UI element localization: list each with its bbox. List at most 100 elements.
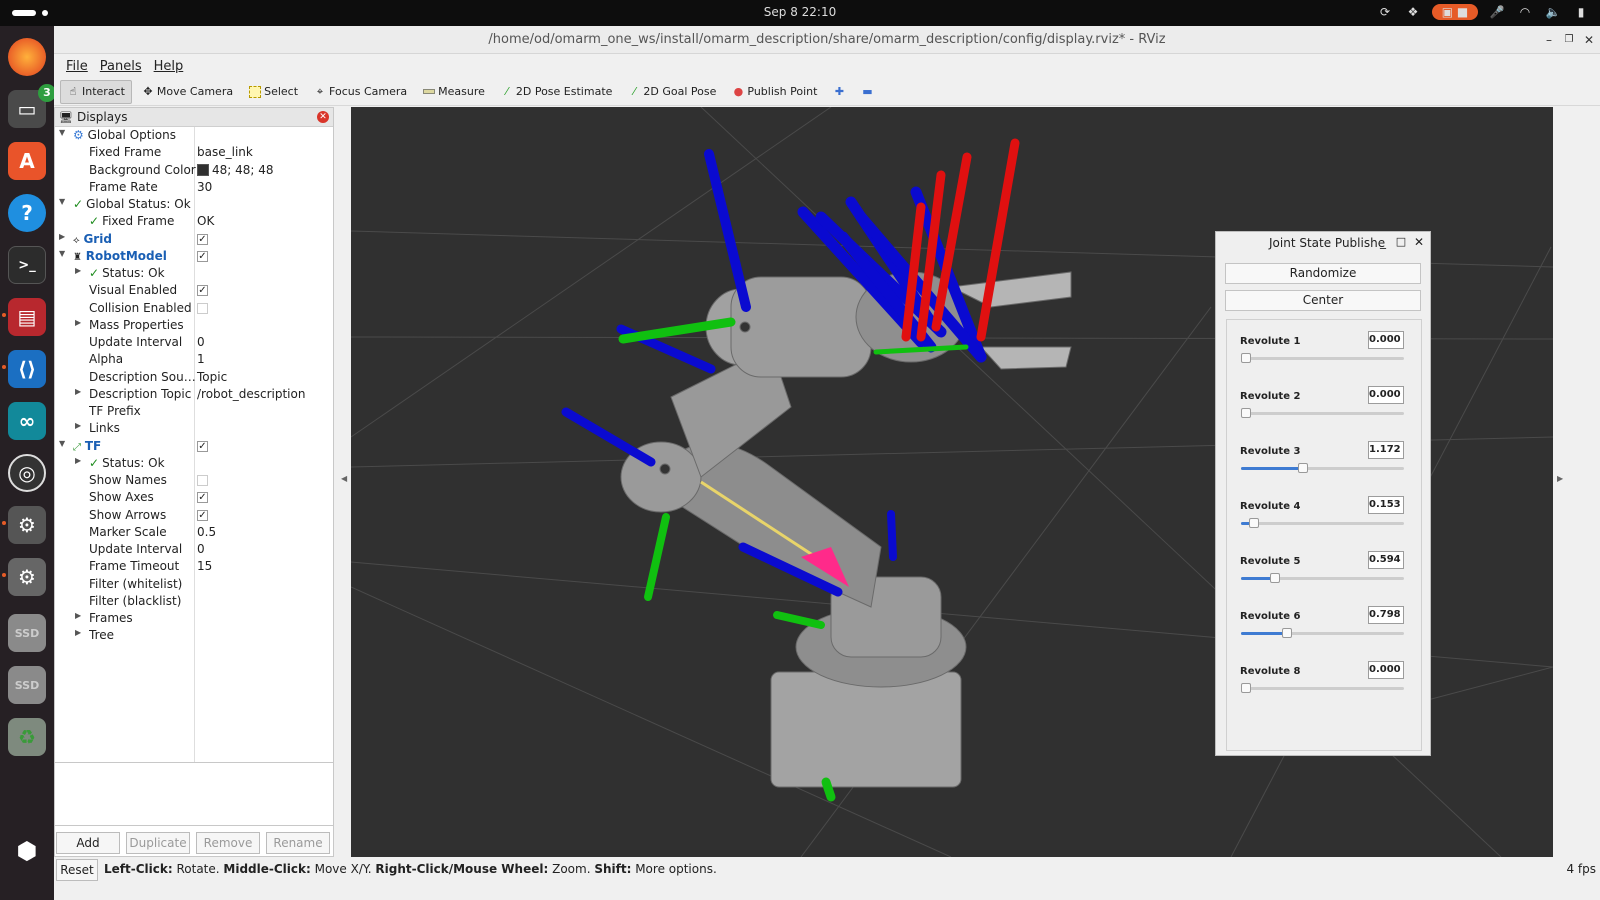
wifi-icon[interactable]: ◠ bbox=[1516, 4, 1534, 20]
menu-help[interactable]: Help bbox=[148, 59, 190, 74]
joint-value-field[interactable]: 0.153 bbox=[1368, 496, 1404, 514]
settings-icon[interactable]: ⚙ bbox=[8, 558, 46, 596]
expanded-arrow-icon[interactable]: ▼ bbox=[59, 197, 65, 206]
slider-handle[interactable] bbox=[1249, 518, 1260, 528]
remove-display-button[interactable]: Remove bbox=[196, 832, 260, 854]
tree-row-description-topic[interactable]: ▶ Description Topic/robot_description bbox=[55, 386, 333, 403]
app-indicator-icon[interactable]: ❖ bbox=[1404, 4, 1422, 20]
ssd-drive-icon[interactable]: SSD bbox=[8, 614, 46, 652]
tree-row-filter-whitelist[interactable]: Filter (whitelist) bbox=[55, 576, 333, 593]
tree-row-robot-model[interactable]: ▼ ♜ RobotModel ✓ bbox=[55, 248, 333, 265]
rviz-icon[interactable]: ▤ bbox=[8, 298, 46, 336]
joint-value-field[interactable]: 0.000 bbox=[1368, 661, 1404, 679]
obs-icon[interactable]: ◎ bbox=[8, 454, 46, 492]
vscode-icon[interactable]: ⟨⟩ bbox=[8, 350, 46, 388]
alpha-value[interactable]: 1 bbox=[197, 352, 205, 366]
menu-panels[interactable]: Panels bbox=[94, 59, 148, 74]
volume-icon[interactable]: 🔈 bbox=[1544, 4, 1562, 20]
collision-enabled-checkbox[interactable] bbox=[197, 302, 208, 314]
maximize-icon[interactable]: ❐ bbox=[1560, 31, 1578, 49]
joint-slider[interactable] bbox=[1241, 628, 1404, 638]
collapse-left-panel-icon[interactable]: ◀ bbox=[341, 474, 347, 483]
tool-measure[interactable]: Measure bbox=[417, 80, 491, 104]
tree-row-fixed-frame[interactable]: Fixed Frame base_link bbox=[55, 144, 333, 161]
tree-row-tf[interactable]: ▼ ⤢ TF ✓ bbox=[55, 438, 333, 455]
duplicate-display-button[interactable]: Duplicate bbox=[126, 832, 190, 854]
joint-value-field[interactable]: 0.000 bbox=[1368, 386, 1404, 404]
tool-interact[interactable]: ☝ Interact bbox=[60, 79, 132, 104]
grid-enabled-checkbox[interactable]: ✓ bbox=[197, 233, 208, 245]
tree-row-show-names[interactable]: Show Names bbox=[55, 472, 333, 489]
ssd-drive-icon[interactable]: SSD bbox=[8, 666, 46, 704]
visual-enabled-checkbox[interactable]: ✓ bbox=[197, 285, 208, 297]
collapsed-arrow-icon[interactable]: ▶ bbox=[75, 628, 81, 637]
description-source-value[interactable]: Topic bbox=[197, 370, 227, 384]
fixed-frame-value[interactable]: base_link bbox=[197, 145, 253, 159]
tree-row-frame-timeout[interactable]: Frame Timeout 15 bbox=[55, 558, 333, 575]
show-apps-icon[interactable]: ⬢ bbox=[8, 832, 46, 870]
slider-handle[interactable] bbox=[1270, 573, 1281, 583]
terminal-icon[interactable]: >_ bbox=[8, 246, 46, 284]
tree-row-tf-update-interval[interactable]: Update Interval 0 bbox=[55, 541, 333, 558]
expanded-arrow-icon[interactable]: ▼ bbox=[59, 249, 65, 258]
rename-display-button[interactable]: Rename bbox=[266, 832, 330, 854]
help-icon[interactable]: ? bbox=[8, 194, 46, 232]
tree-row-show-arrows[interactable]: Show Arrows ✓ bbox=[55, 507, 333, 524]
tree-row-show-axes[interactable]: Show Axes ✓ bbox=[55, 489, 333, 506]
tool-2d-goal-pose[interactable]: ⁄ 2D Goal Pose bbox=[622, 80, 722, 104]
slider-handle[interactable] bbox=[1241, 683, 1251, 693]
show-names-checkbox[interactable] bbox=[197, 475, 208, 486]
joint-slider[interactable] bbox=[1241, 353, 1404, 363]
show-axes-checkbox[interactable]: ✓ bbox=[197, 492, 208, 504]
expanded-arrow-icon[interactable]: ▼ bbox=[59, 439, 65, 448]
firefox-icon[interactable] bbox=[8, 38, 46, 76]
tree-row-description-source[interactable]: Description Sou… Topic bbox=[55, 369, 333, 386]
add-display-button[interactable]: Add bbox=[56, 832, 120, 854]
close-icon[interactable]: ✕ bbox=[1580, 31, 1598, 49]
tree-row-links[interactable]: ▶ Links bbox=[55, 420, 333, 437]
collapsed-arrow-icon[interactable]: ▶ bbox=[75, 318, 81, 327]
tree-row-tf-status[interactable]: ▶ ✓ Status: Ok bbox=[55, 455, 333, 472]
show-arrows-checkbox[interactable]: ✓ bbox=[197, 509, 208, 521]
jsp-titlebar[interactable]: Joint State Publishe _ □ ✕ bbox=[1216, 232, 1430, 254]
joint-value-field[interactable]: 0.594 bbox=[1368, 551, 1404, 569]
update-interval-value[interactable]: 0 bbox=[197, 335, 205, 349]
add-tool-button[interactable]: ✚ bbox=[827, 80, 851, 104]
slider-handle[interactable] bbox=[1297, 463, 1308, 473]
collapsed-arrow-icon[interactable]: ▶ bbox=[75, 387, 81, 396]
reset-button[interactable]: Reset bbox=[56, 859, 98, 881]
tree-row-alpha[interactable]: Alpha 1 bbox=[55, 351, 333, 368]
window-titlebar[interactable]: /home/od/omarm_one_ws/install/omarm_desc… bbox=[54, 26, 1600, 54]
robotmodel-enabled-checkbox[interactable]: ✓ bbox=[197, 250, 208, 262]
slider-handle[interactable] bbox=[1241, 353, 1251, 363]
joint-slider[interactable] bbox=[1241, 573, 1404, 583]
screen-record-indicator-icon[interactable]: ▣ ■ bbox=[1432, 4, 1478, 20]
minimize-icon[interactable]: – bbox=[1540, 31, 1558, 49]
joint-slider[interactable] bbox=[1241, 518, 1404, 528]
tree-row-global-status[interactable]: ▼ ✓ Global Status: Ok bbox=[55, 196, 333, 213]
close-icon[interactable]: ✕ bbox=[1412, 235, 1426, 249]
joint-value-field[interactable]: 1.172 bbox=[1368, 441, 1404, 459]
tree-row-background-color[interactable]: Background Color 48; 48; 48 bbox=[55, 162, 333, 179]
collapsed-arrow-icon[interactable]: ▶ bbox=[59, 232, 65, 241]
background-color-value[interactable]: 48; 48; 48 bbox=[212, 163, 274, 177]
tree-row-update-interval[interactable]: Update Interval 0 bbox=[55, 334, 333, 351]
tool-move-camera[interactable]: ✥ Move Camera bbox=[136, 80, 239, 104]
system-clock[interactable]: Sep 8 22:10 bbox=[0, 5, 1600, 19]
settings-icon[interactable]: ⚙ bbox=[8, 506, 46, 544]
battery-icon[interactable]: ▮ bbox=[1572, 4, 1590, 20]
tree-row-mass-properties[interactable]: ▶ Mass Properties bbox=[55, 317, 333, 334]
joint-value-field[interactable]: 0.798 bbox=[1368, 606, 1404, 624]
menu-file[interactable]: File bbox=[60, 59, 94, 74]
tree-row-marker-scale[interactable]: Marker Scale 0.5 bbox=[55, 524, 333, 541]
marker-scale-value[interactable]: 0.5 bbox=[197, 525, 216, 539]
files-icon[interactable]: ▭ 3 bbox=[8, 84, 56, 128]
tree-row-fixed-frame-status[interactable]: ✓ Fixed Frame OK bbox=[55, 213, 333, 230]
color-swatch[interactable] bbox=[197, 164, 209, 176]
joint-slider[interactable] bbox=[1241, 463, 1404, 473]
tree-row-frames[interactable]: ▶ Frames bbox=[55, 610, 333, 627]
tree-row-filter-blacklist[interactable]: Filter (blacklist) bbox=[55, 593, 333, 610]
center-button[interactable]: Center bbox=[1225, 290, 1421, 311]
joint-slider[interactable] bbox=[1241, 408, 1404, 418]
collapsed-arrow-icon[interactable]: ▶ bbox=[75, 421, 81, 430]
